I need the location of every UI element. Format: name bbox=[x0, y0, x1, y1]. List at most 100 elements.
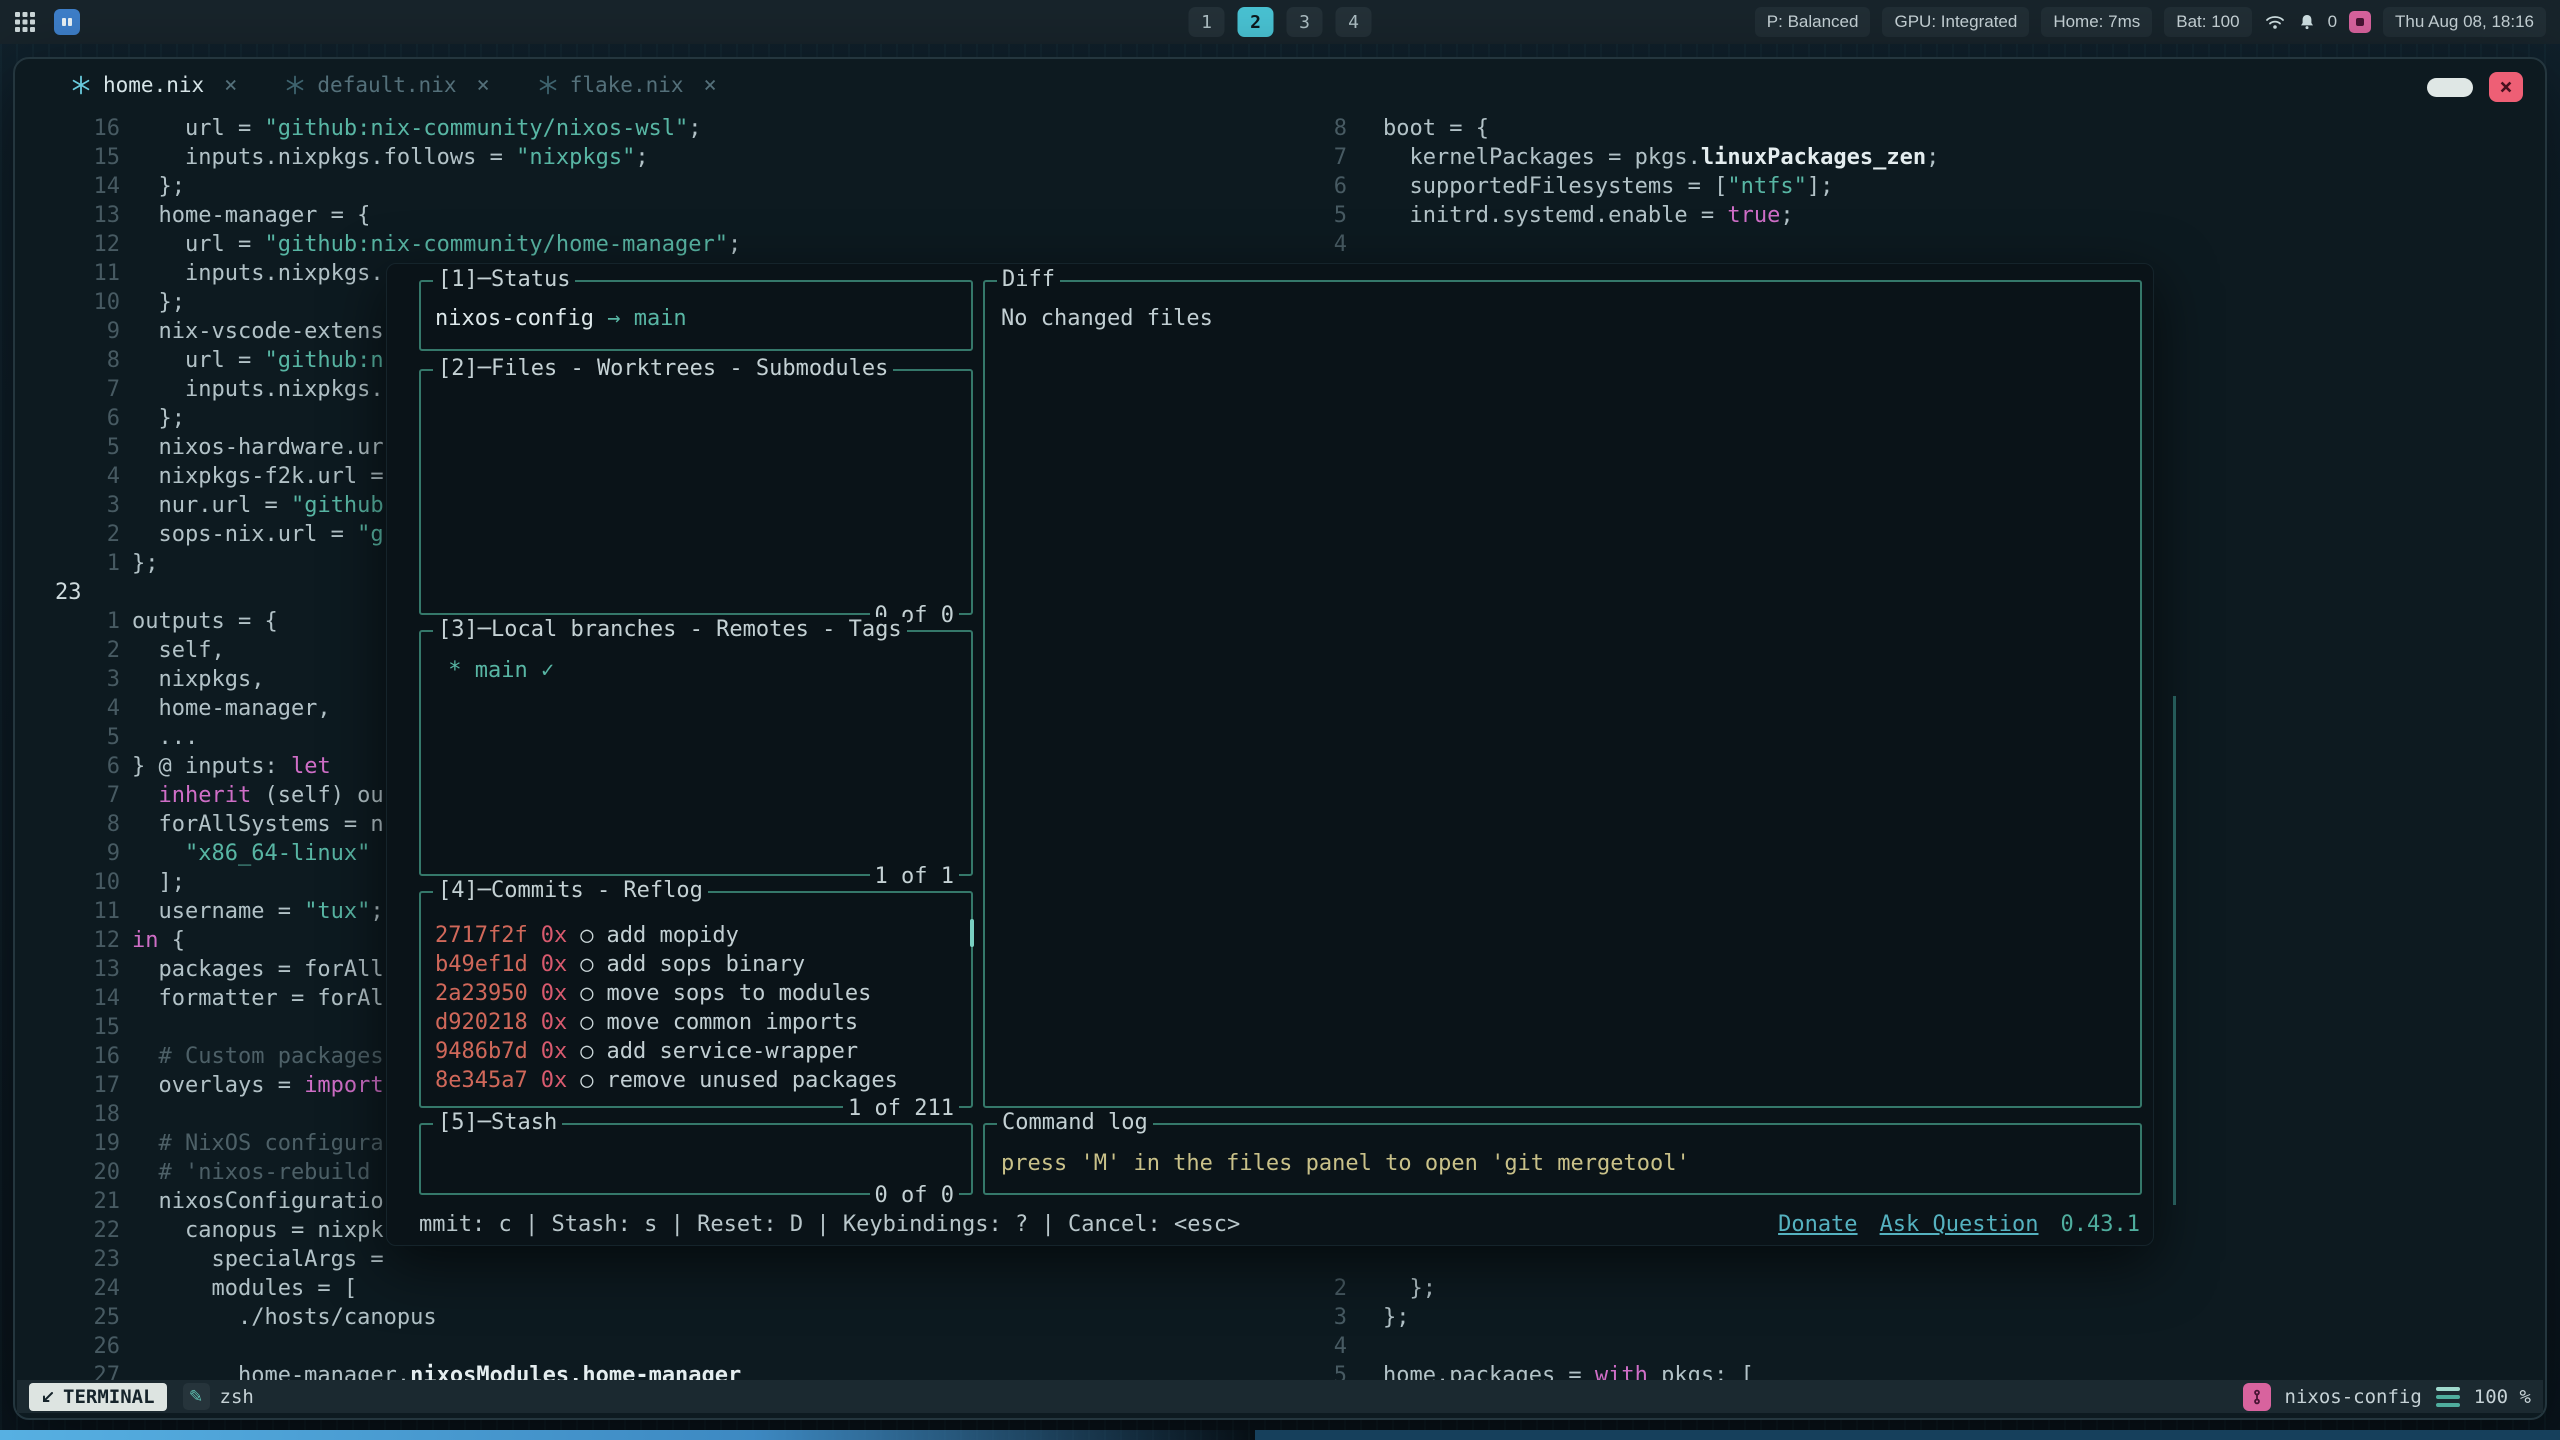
list-icon[interactable] bbox=[2436, 1387, 2460, 1407]
code-line[interactable]: 12 url = "github:nix-community/home-mana… bbox=[35, 230, 741, 259]
line-number: 18 bbox=[35, 1100, 120, 1129]
commit-row[interactable]: 9486b7d0x○add service-wrapper bbox=[435, 1037, 971, 1066]
commit-row[interactable]: d9202180x○move common imports bbox=[435, 1008, 971, 1037]
commit-row[interactable]: 2a239500x○move sops to modules bbox=[435, 979, 971, 1008]
tab-label: default.nix bbox=[317, 73, 456, 97]
lazygit-status-panel[interactable]: [1]─Status nixos-config → main bbox=[419, 280, 973, 351]
apps-grid-icon[interactable] bbox=[14, 11, 36, 33]
ask-question-link[interactable]: Ask Question bbox=[1880, 1212, 2039, 1237]
code-line[interactable]: 8boot = { bbox=[1305, 114, 1939, 143]
line-number: 4 bbox=[35, 462, 120, 491]
commit-author: 0x bbox=[541, 1039, 568, 1064]
commit-message: move common imports bbox=[606, 1010, 858, 1035]
code-line[interactable]: 26 bbox=[35, 1332, 741, 1361]
panel-title: [4]─Commits - Reflog bbox=[433, 878, 708, 903]
status-chip[interactable]: GPU: Integrated bbox=[1882, 7, 2029, 37]
commit-row[interactable]: b49ef1d0x○add sops binary bbox=[435, 950, 971, 979]
status-bar: TERMINAL ✎ zsh nixos-config 100 % bbox=[17, 1380, 2543, 1413]
tab-default.nix[interactable]: default.nix × bbox=[261, 59, 513, 111]
donate-link[interactable]: Donate bbox=[1778, 1212, 1857, 1237]
window-close-button[interactable]: × bbox=[2489, 72, 2523, 102]
commit-list: 2717f2f0x○add mopidyb49ef1d0x○add sops b… bbox=[421, 893, 971, 1095]
code-line[interactable]: 2 }; bbox=[1305, 1274, 1754, 1303]
color-picker-icon[interactable] bbox=[2349, 11, 2371, 33]
editor-pane-right[interactable]: 8boot = {7 kernelPackages = pkgs.linuxPa… bbox=[1305, 114, 1939, 259]
command-log-entry: press 'M' in the files panel to open 'gi… bbox=[985, 1125, 2140, 1176]
line-number: 6 bbox=[35, 752, 120, 781]
tab-label: home.nix bbox=[103, 73, 204, 97]
code-line[interactable]: 6 supportedFilesystems = ["ntfs"]; bbox=[1305, 172, 1939, 201]
lazygit-files-panel[interactable]: [2]─Files - Worktrees - Submodules 0 of … bbox=[419, 369, 973, 615]
battery-percent: 100 % bbox=[2474, 1386, 2531, 1408]
line-number: 2 bbox=[1305, 1274, 1347, 1303]
panel-title: Command log bbox=[997, 1110, 1153, 1135]
commit-row[interactable]: 2717f2f0x○add mopidy bbox=[435, 921, 971, 950]
code-line[interactable]: 23 specialArgs = bbox=[35, 1245, 741, 1274]
code-line[interactable]: 5 initrd.systemd.enable = true; bbox=[1305, 201, 1939, 230]
code-line[interactable]: 3}; bbox=[1305, 1303, 1754, 1332]
line-number: 24 bbox=[35, 1274, 120, 1303]
notification-bell-icon[interactable] bbox=[2298, 13, 2316, 31]
code-line[interactable]: 15 inputs.nixpkgs.follows = "nixpkgs"; bbox=[35, 143, 741, 172]
code-line[interactable]: 25 ./hosts/canopus bbox=[35, 1303, 741, 1332]
line-number: 17 bbox=[35, 1071, 120, 1100]
line-number: 22 bbox=[35, 1216, 120, 1245]
line-number: 15 bbox=[35, 143, 120, 172]
tab-label: flake.nix bbox=[570, 73, 684, 97]
tab-flake.nix[interactable]: flake.nix × bbox=[514, 59, 741, 111]
scrollbar-thumb[interactable] bbox=[970, 919, 974, 947]
code-line[interactable]: 13 home-manager = { bbox=[35, 201, 741, 230]
status-chip[interactable]: Bat: 100 bbox=[2164, 7, 2251, 37]
commit-row[interactable]: 8e345a70x○remove unused packages bbox=[435, 1066, 971, 1095]
line-number: 3 bbox=[1305, 1303, 1347, 1332]
editor-scrollbar[interactable] bbox=[2173, 696, 2176, 1205]
status-chip[interactable]: P: Balanced bbox=[1755, 7, 1871, 37]
line-number: 10 bbox=[35, 288, 120, 317]
tab-bar: home.nix × default.nix × flake.nix × × bbox=[15, 59, 2545, 111]
lazygit-command-log-panel[interactable]: Command log press 'M' in the files panel… bbox=[983, 1123, 2142, 1195]
lazygit-branches-panel[interactable]: [3]─Local branches - Remotes - Tags * ma… bbox=[419, 630, 973, 876]
lazygit-commits-panel[interactable]: [4]─Commits - Reflog 2717f2f0x○add mopid… bbox=[419, 891, 973, 1108]
line-number: 4 bbox=[1305, 1332, 1347, 1361]
workspace-button-3[interactable]: 3 bbox=[1287, 7, 1323, 37]
panel-count: 1 of 1 bbox=[870, 864, 959, 889]
line-number: 9 bbox=[35, 317, 120, 346]
line-number: 4 bbox=[1305, 230, 1347, 259]
terminal-window: home.nix × default.nix × flake.nix × × 16 url… bbox=[13, 57, 2547, 1420]
code-line[interactable]: 4 bbox=[1305, 230, 1939, 259]
line-number: 16 bbox=[35, 114, 120, 143]
nix-snowflake-icon bbox=[285, 75, 305, 95]
tab-close-icon[interactable]: × bbox=[224, 73, 237, 98]
code-line[interactable]: 24 modules = [ bbox=[35, 1274, 741, 1303]
wifi-icon[interactable] bbox=[2264, 11, 2286, 33]
shell-label: zsh bbox=[220, 1386, 254, 1408]
lazygit-diff-panel[interactable]: Diff No changed files bbox=[983, 280, 2142, 1108]
code-line[interactable]: 4 bbox=[1305, 1332, 1754, 1361]
lazygit-stash-panel[interactable]: [5]─Stash 0 of 0 bbox=[419, 1123, 973, 1195]
notification-count: 0 bbox=[2328, 12, 2337, 32]
code-line[interactable]: 14 }; bbox=[35, 172, 741, 201]
nix-snowflake-icon bbox=[538, 75, 558, 95]
tab-close-icon[interactable]: × bbox=[476, 73, 489, 98]
commit-author: 0x bbox=[541, 1010, 568, 1035]
workspace-button-2[interactable]: 2 bbox=[1238, 7, 1274, 37]
status-chip[interactable]: Home: 7ms bbox=[2041, 7, 2152, 37]
keybindings-hint: mmit: c | Stash: s | Reset: D | Keybindi… bbox=[419, 1212, 1240, 1237]
editor-pane-right-bottom[interactable]: 2 };3};45home.packages = with pkgs; [ bbox=[1305, 1274, 1754, 1390]
clock[interactable]: Thu Aug 08, 18:16 bbox=[2383, 7, 2546, 37]
status-chips: P: Balanced GPU: Integrated Home: 7ms Bat: … bbox=[1755, 7, 2252, 37]
tab-home.nix[interactable]: home.nix × bbox=[47, 59, 261, 111]
commit-message: remove unused packages bbox=[606, 1068, 897, 1093]
code-line[interactable]: 16 url = "github:nix-community/nixos-wsl… bbox=[35, 114, 741, 143]
app-launcher-icon[interactable] bbox=[54, 9, 80, 35]
pin-toggle[interactable] bbox=[2427, 78, 2473, 97]
line-number: 3 bbox=[35, 491, 120, 520]
tab-close-icon[interactable]: × bbox=[704, 73, 717, 98]
lazygit-popup: [1]─Status nixos-config → main [2]─Files… bbox=[386, 263, 2154, 1246]
shell-pane-tab[interactable]: ✎ zsh bbox=[183, 1383, 254, 1410]
line-number: 5 bbox=[1305, 201, 1347, 230]
workspace-button-4[interactable]: 4 bbox=[1336, 7, 1372, 37]
workspace-button-1[interactable]: 1 bbox=[1189, 7, 1225, 37]
line-number: 16 bbox=[35, 1042, 120, 1071]
code-line[interactable]: 7 kernelPackages = pkgs.linuxPackages_ze… bbox=[1305, 143, 1939, 172]
